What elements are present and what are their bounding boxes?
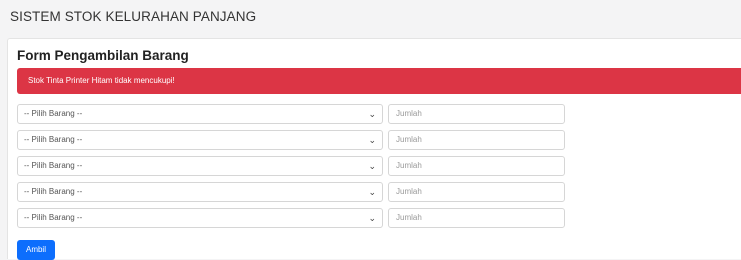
error-alert: Stok Tinta Printer Hitam tidak mencukupi… bbox=[17, 68, 741, 94]
item-select[interactable]: -- Pilih Barang -- ⌄ bbox=[17, 156, 383, 176]
select-value: -- Pilih Barang -- bbox=[24, 213, 83, 222]
select-value: -- Pilih Barang -- bbox=[24, 161, 83, 170]
chevron-down-icon: ⌄ bbox=[368, 161, 376, 171]
item-select[interactable]: -- Pilih Barang -- ⌄ bbox=[17, 130, 383, 150]
quantity-input[interactable]: Jumlah bbox=[388, 182, 565, 202]
form-title: Form Pengambilan Barang bbox=[17, 48, 189, 63]
item-select[interactable]: -- Pilih Barang -- ⌄ bbox=[17, 104, 383, 124]
chevron-down-icon: ⌄ bbox=[368, 135, 376, 145]
quantity-input[interactable]: Jumlah bbox=[388, 130, 565, 150]
alert-message: Stok Tinta Printer Hitam tidak mencukupi… bbox=[28, 76, 175, 85]
select-value: -- Pilih Barang -- bbox=[24, 109, 83, 118]
form-card: Form Pengambilan Barang Stok Tinta Print… bbox=[7, 38, 741, 260]
chevron-down-icon: ⌄ bbox=[368, 213, 376, 223]
select-value: -- Pilih Barang -- bbox=[24, 187, 83, 196]
chevron-down-icon: ⌄ bbox=[368, 187, 376, 197]
quantity-input[interactable]: Jumlah bbox=[388, 156, 565, 176]
select-value: -- Pilih Barang -- bbox=[24, 135, 83, 144]
app-title: SISTEM STOK KELURAHAN PANJANG bbox=[10, 9, 257, 24]
item-select[interactable]: -- Pilih Barang -- ⌄ bbox=[17, 208, 383, 228]
chevron-down-icon: ⌄ bbox=[368, 109, 376, 119]
item-select[interactable]: -- Pilih Barang -- ⌄ bbox=[17, 182, 383, 202]
quantity-input[interactable]: Jumlah bbox=[388, 104, 565, 124]
ambil-button[interactable]: Ambil bbox=[17, 240, 55, 260]
quantity-input[interactable]: Jumlah bbox=[388, 208, 565, 228]
